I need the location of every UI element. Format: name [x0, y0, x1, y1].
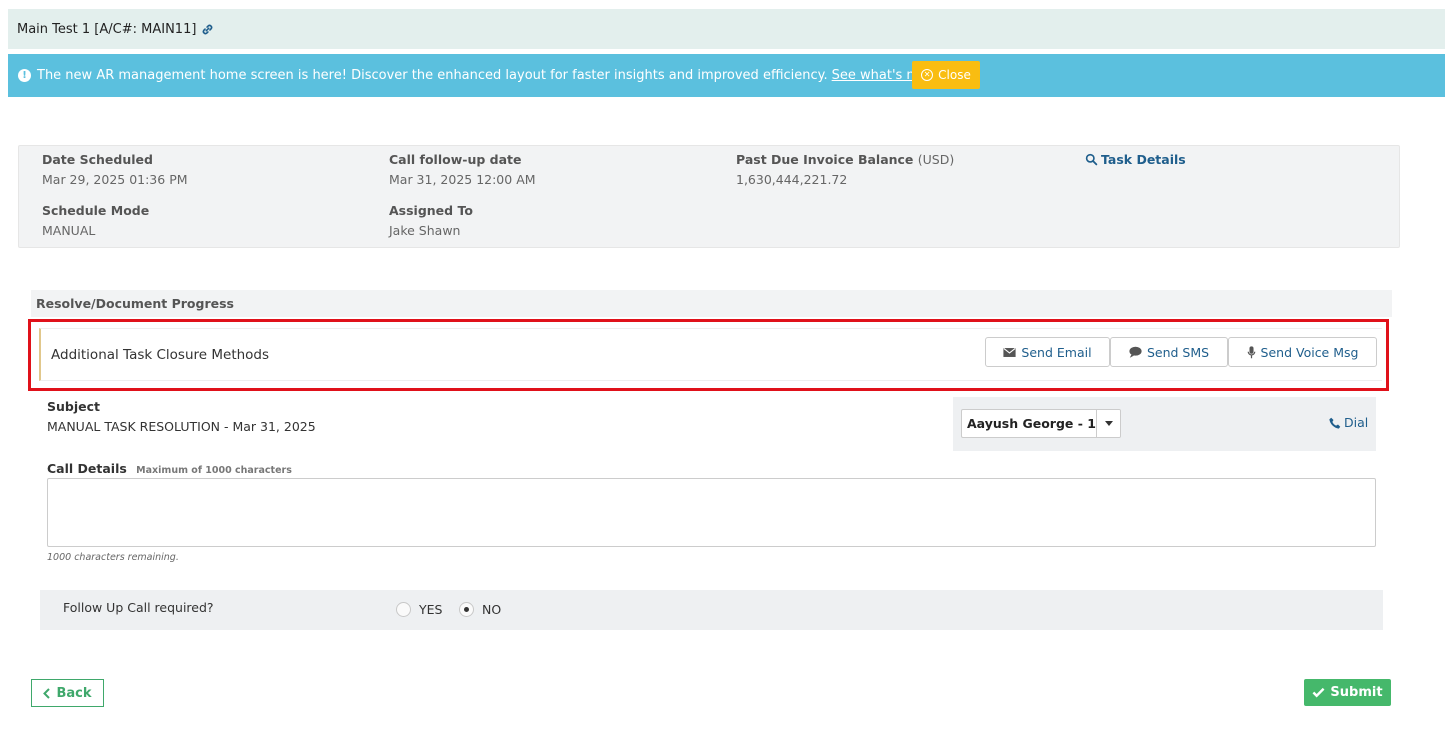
- followup-no-radio[interactable]: NO: [459, 602, 501, 617]
- balance-value: 1,630,444,221.72: [736, 172, 848, 187]
- contact-select[interactable]: Aayush George - 111: [961, 409, 1121, 438]
- closure-methods-highlight: Additional Task Closure Methods Send Ema…: [28, 319, 1389, 391]
- balance-field: Past Due Invoice Balance (USD) 1,630,444…: [736, 152, 954, 187]
- followup-date-value: Mar 31, 2025 12:00 AM: [389, 172, 536, 187]
- schedule-mode-label: Schedule Mode: [42, 203, 150, 218]
- close-banner-button[interactable]: ✕ Close: [912, 61, 980, 89]
- date-scheduled-label: Date Scheduled: [42, 152, 153, 167]
- balance-label-text: Past Due Invoice Balance: [736, 152, 914, 167]
- radio-checked-icon[interactable]: [459, 602, 474, 617]
- subject-value: MANUAL TASK RESOLUTION - Mar 31, 2025: [47, 419, 316, 434]
- microphone-icon: [1247, 345, 1255, 358]
- close-label: Close: [938, 68, 971, 82]
- assigned-to-label: Assigned To: [389, 203, 473, 218]
- characters-remaining: 1000 characters remaining.: [47, 552, 179, 563]
- submit-label: Submit: [1330, 685, 1383, 700]
- send-email-label: Send Email: [1021, 344, 1092, 360]
- send-voice-msg-button[interactable]: Send Voice Msg: [1228, 337, 1377, 367]
- no-label: NO: [482, 602, 502, 617]
- call-details-label: Call Details Maximum of 1000 characters: [47, 461, 292, 476]
- dial-label: Dial: [1344, 415, 1369, 430]
- chat-bubble-icon: [1129, 346, 1142, 358]
- notice-banner: ! The new AR management home screen is h…: [8, 54, 1445, 97]
- schedule-mode-value: MANUAL: [42, 223, 96, 238]
- followup-yes-radio[interactable]: YES: [396, 602, 442, 617]
- assigned-to-value: Jake Shawn: [389, 223, 461, 238]
- schedule-mode-field: Schedule Mode MANUAL: [42, 203, 149, 238]
- title-bar: Main Test 1 [A/C#: MAIN11]: [8, 9, 1445, 49]
- link-icon[interactable]: [201, 23, 214, 36]
- back-button[interactable]: Back: [31, 679, 104, 707]
- chevron-left-icon: [43, 687, 51, 699]
- back-label: Back: [56, 685, 92, 701]
- info-icon: !: [18, 69, 31, 82]
- dial-link[interactable]: Dial: [1329, 415, 1368, 430]
- send-sms-label: Send SMS: [1146, 344, 1210, 360]
- send-voice-msg-label: Send Voice Msg: [1260, 344, 1359, 360]
- followup-date-field: Call follow-up date Mar 31, 2025 12:00 A…: [389, 152, 536, 187]
- send-email-button[interactable]: Send Email: [985, 337, 1110, 367]
- followup-date-label: Call follow-up date: [389, 152, 522, 167]
- submit-button[interactable]: Submit: [1304, 679, 1391, 706]
- followup-question: Follow Up Call required?: [63, 600, 214, 615]
- closure-methods-panel: Additional Task Closure Methods Send Ema…: [39, 328, 1382, 381]
- phone-icon: [1329, 417, 1341, 429]
- call-details-hint: Maximum of 1000 characters: [136, 465, 292, 476]
- task-details-label: Task Details: [1101, 152, 1186, 167]
- search-icon: [1085, 153, 1098, 166]
- call-details-textarea[interactable]: [47, 478, 1376, 547]
- checkmark-icon: [1312, 687, 1325, 698]
- send-sms-button[interactable]: Send SMS: [1110, 337, 1228, 367]
- subject-label: Subject: [47, 399, 100, 414]
- call-details-label-text: Call Details: [47, 461, 127, 476]
- envelope-icon: [1003, 347, 1017, 357]
- contact-panel: Aayush George - 111 Dial: [953, 397, 1376, 451]
- page-title: Main Test 1 [A/C#: MAIN11]: [17, 21, 197, 37]
- task-details-link[interactable]: Task Details: [1085, 152, 1186, 167]
- balance-unit: (USD): [917, 152, 955, 167]
- date-scheduled-value: Mar 29, 2025 01:36 PM: [42, 172, 188, 187]
- radio-unchecked-icon[interactable]: [396, 602, 411, 617]
- balance-label: Past Due Invoice Balance (USD): [736, 152, 954, 167]
- resolve-section-title: Resolve/Document Progress: [31, 290, 1392, 317]
- contact-selected-value: Aayush George - 111: [967, 416, 1114, 431]
- chevron-down-icon[interactable]: [1096, 410, 1120, 437]
- followup-panel: Follow Up Call required? YES NO: [40, 590, 1383, 630]
- task-info-card: Date Scheduled Mar 29, 2025 01:36 PM Cal…: [18, 145, 1400, 248]
- closure-methods-title: Additional Task Closure Methods: [51, 347, 270, 363]
- close-circle-icon: ✕: [921, 69, 934, 81]
- yes-label: YES: [419, 602, 443, 617]
- assigned-to-field: Assigned To Jake Shawn: [389, 203, 473, 238]
- notice-message: The new AR management home screen is her…: [37, 68, 828, 83]
- page: Main Test 1 [A/C#: MAIN11] ! The new AR …: [0, 0, 1445, 745]
- date-scheduled-field: Date Scheduled Mar 29, 2025 01:36 PM: [42, 152, 188, 187]
